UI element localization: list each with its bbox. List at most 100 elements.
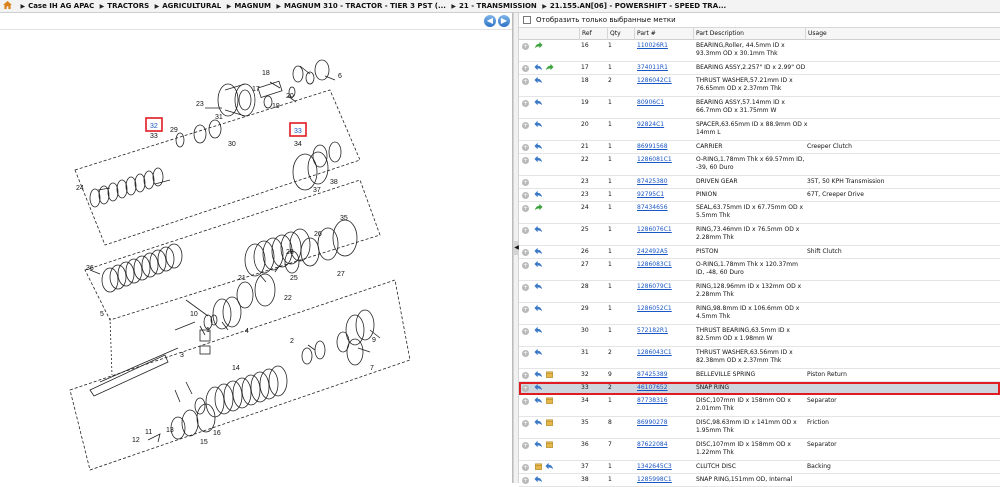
table-row[interactable]: +26 1 242492A5 PISTON Shift Clutch — [519, 246, 1000, 259]
callout-label[interactable]: 13 — [166, 427, 174, 434]
return-icon[interactable] — [534, 120, 543, 129]
add-to-cart-icon[interactable]: + — [522, 100, 529, 107]
package-icon[interactable] — [534, 462, 543, 471]
part-number-link[interactable]: 572182R1 — [637, 327, 693, 335]
return-icon[interactable] — [534, 247, 543, 256]
col-description[interactable]: Part Description — [693, 28, 805, 40]
return-icon[interactable] — [534, 370, 543, 379]
table-row[interactable]: +17 1 374011R1 BEARING ASSY,2.257" ID x 2.9… — [519, 62, 1000, 75]
package-icon[interactable] — [545, 440, 554, 449]
part-number-link[interactable]: 1286083C1 — [637, 261, 693, 269]
part-number-link[interactable]: 1286042C1 — [637, 77, 693, 85]
table-row[interactable]: +33 2 46107652 SNAP RING — [519, 382, 1000, 395]
add-to-cart-icon[interactable]: + — [522, 398, 529, 405]
breadcrumb-item[interactable]: AGRICULTURAL — [162, 2, 221, 10]
table-row[interactable]: +23 1 87425380 DRIVEN GEAR 35T, 50 KPH Trans… — [519, 176, 1000, 189]
callout-label[interactable]: 15 — [200, 439, 208, 446]
part-number-link[interactable]: 80906C1 — [637, 99, 693, 107]
callout-label[interactable]: 21 — [238, 275, 246, 282]
callout-label[interactable]: 29 — [170, 127, 178, 134]
table-row[interactable]: +18 2 1286042C1 THRUST WASHER,57.21mm ID x … — [519, 75, 1000, 97]
redirect-icon[interactable] — [534, 203, 543, 212]
return-icon[interactable] — [534, 260, 543, 269]
add-to-cart-icon[interactable]: + — [522, 262, 529, 269]
exploded-view-diagram[interactable]: 1234567910111213141516171819202122232425… — [0, 30, 512, 483]
callout-label[interactable]: 19 — [272, 103, 280, 110]
add-to-cart-icon[interactable]: + — [522, 372, 529, 379]
callout-label[interactable]: 33 — [150, 133, 158, 140]
package-icon[interactable] — [545, 396, 554, 405]
callout-label[interactable]: 7 — [370, 365, 374, 372]
callout-label[interactable]: 32 — [150, 123, 158, 130]
add-to-cart-icon[interactable]: + — [522, 249, 529, 256]
return-icon[interactable] — [534, 383, 543, 392]
table-row[interactable]: +31 2 1286043C1 THRUST WASHER,63.56mm ID x … — [519, 347, 1000, 369]
table-row[interactable]: +38 1 1285998C1 SNAP RING,151mm OD, Interna… — [519, 474, 1000, 487]
add-to-cart-icon[interactable]: + — [522, 157, 529, 164]
return-icon[interactable] — [534, 348, 543, 357]
callout-label[interactable]: 31 — [215, 114, 223, 121]
callout-label[interactable]: 28 — [286, 249, 294, 256]
part-number-link[interactable]: 92824C1 — [637, 121, 693, 129]
add-to-cart-icon[interactable]: + — [522, 420, 529, 427]
part-number-link[interactable]: 87622084 — [637, 441, 693, 449]
part-number-link[interactable]: 87425389 — [637, 371, 693, 379]
add-to-cart-icon[interactable]: + — [522, 122, 529, 129]
callout-label[interactable]: 30 — [228, 141, 236, 148]
callout-label[interactable]: 3 — [180, 352, 184, 359]
callout-label[interactable]: 5 — [100, 311, 104, 318]
col-part[interactable]: Part # — [634, 28, 693, 40]
part-number-link[interactable]: 46107652 — [637, 384, 693, 392]
back-icon[interactable]: ◀ — [484, 15, 496, 27]
return-icon[interactable] — [534, 190, 543, 199]
part-number-link[interactable]: 1286076C1 — [637, 226, 693, 234]
table-row[interactable]: +24 1 87434656 SEAL,63.75mm ID x 67.75mm OD… — [519, 202, 1000, 224]
col-ref[interactable]: Ref — [579, 28, 607, 40]
table-row[interactable]: +32 9 87425389 BELLEVILLE SPRING Piston Retu… — [519, 369, 1000, 382]
col-qty[interactable]: Qty — [607, 28, 634, 40]
callout-label[interactable]: 25 — [290, 275, 298, 282]
return-icon[interactable] — [534, 155, 543, 164]
table-row[interactable]: +29 1 1286052C1 RING,98.8mm ID x 106.6mm OD… — [519, 303, 1000, 325]
add-to-cart-icon[interactable]: + — [522, 179, 529, 186]
home-icon[interactable] — [3, 1, 12, 9]
breadcrumb-item[interactable]: MAGNUM — [234, 2, 271, 10]
return-icon[interactable] — [534, 98, 543, 107]
table-row[interactable]: +34 1 87738316 DISC,107mm ID x 158mm OD x 2… — [519, 395, 1000, 417]
redirect-icon[interactable] — [545, 63, 554, 72]
part-number-link[interactable]: 87738316 — [637, 397, 693, 405]
table-row[interactable]: +35 8 86990278 DISC,98.63mm ID x 141mm OD x… — [519, 417, 1000, 439]
callout-label[interactable]: 36 — [86, 265, 94, 272]
table-row[interactable]: +21 1 86991568 CARRIER Creeper Clutch — [519, 141, 1000, 154]
add-to-cart-icon[interactable]: + — [522, 144, 529, 151]
forward-icon[interactable]: ▶ — [498, 15, 510, 27]
add-to-cart-icon[interactable]: + — [522, 227, 529, 234]
callout-label[interactable]: 23 — [196, 101, 204, 108]
callout-label[interactable]: 14 — [232, 365, 240, 372]
table-row[interactable]: +23 1 92795C1 PINION 67T, Creeper Drive — [519, 189, 1000, 202]
add-to-cart-icon[interactable]: + — [522, 442, 529, 449]
part-number-link[interactable]: 242492A5 — [637, 248, 693, 256]
part-number-link[interactable]: 1342645C3 — [637, 463, 693, 471]
add-to-cart-icon[interactable]: + — [522, 350, 529, 357]
table-row[interactable]: +16 1 110026R1 BEARING,Roller, 44.5mm ID x … — [519, 40, 1000, 62]
part-number-link[interactable]: 1286081C1 — [637, 156, 693, 164]
table-row[interactable]: +27 1 1286083C1 O-RING,1.78mm Thk x 120.37m… — [519, 259, 1000, 281]
callout-label[interactable]: 26 — [314, 231, 322, 238]
return-icon[interactable] — [534, 440, 543, 449]
breadcrumb-item[interactable]: TRACTORS — [107, 2, 149, 10]
callout-label[interactable]: 20 — [286, 93, 294, 100]
part-number-link[interactable]: 86990278 — [637, 419, 693, 427]
part-number-link[interactable]: 87425380 — [637, 178, 693, 186]
table-row[interactable]: +20 1 92824C1 SPACER,63.65mm ID x 88.9mm OD… — [519, 119, 1000, 141]
table-row[interactable]: +25 1 1286076C1 RING,73.46mm ID x 76.5mm OD… — [519, 224, 1000, 246]
part-number-link[interactable]: 87434656 — [637, 204, 693, 212]
callout-label[interactable]: 16 — [213, 430, 221, 437]
table-row[interactable]: +37 1 1342645C3 CLUTCH DISC Backing — [519, 461, 1000, 474]
part-number-link[interactable]: 110026R1 — [637, 42, 693, 50]
add-to-cart-icon[interactable]: + — [522, 78, 529, 85]
table-row[interactable]: +19 1 80906C1 BEARING ASSY,57.14mm ID x 66.… — [519, 97, 1000, 119]
callout-label[interactable]: 37 — [313, 187, 321, 194]
part-number-link[interactable]: 92795C1 — [637, 191, 693, 199]
return-icon[interactable] — [534, 63, 543, 72]
